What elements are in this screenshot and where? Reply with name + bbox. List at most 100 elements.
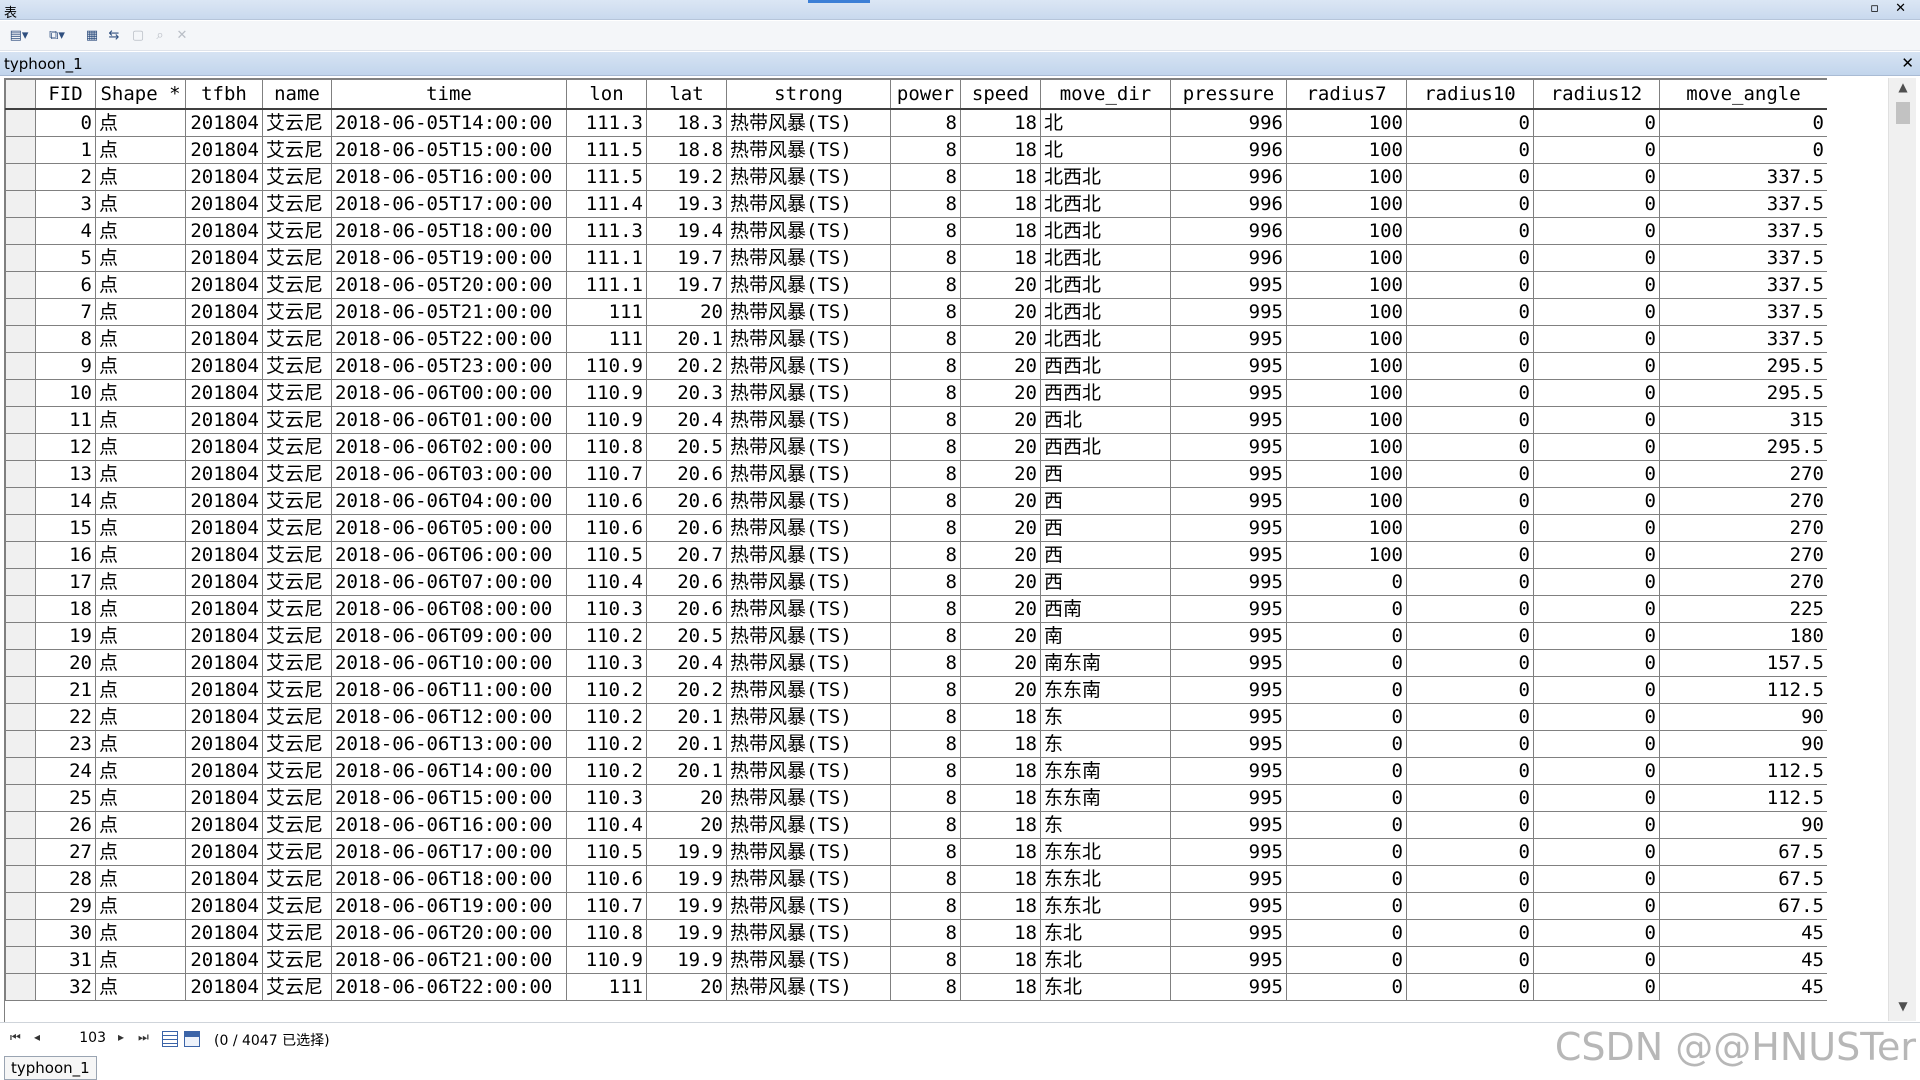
table-cell[interactable]: 20 [960,406,1041,434]
table-cell[interactable]: 337.5 [1659,271,1827,299]
table-cell[interactable]: 艾云尼 [262,406,332,434]
table-cell[interactable]: 热带风暴(TS) [726,325,891,353]
table-cell[interactable]: 21 [35,676,96,704]
table-cell[interactable]: 110.2 [566,730,647,758]
table-cell[interactable]: 东东南 [1040,676,1171,704]
table-row[interactable]: 23 点 201804 艾云尼 2018-06-06T13:00:00 110.2 20.1… [5,730,1827,758]
table-cell[interactable]: 45 [1659,946,1827,974]
table-cell[interactable]: 0 [1406,892,1534,920]
table-cell[interactable]: 0 [1533,514,1660,542]
table-cell[interactable]: 0 [1406,676,1534,704]
table-cell[interactable]: 0 [1533,919,1660,947]
table-cell[interactable]: 18 [960,136,1041,164]
table-cell[interactable]: 110.5 [566,838,647,866]
table-cell[interactable]: 8 [890,460,961,488]
table-cell[interactable]: 艾云尼 [262,217,332,245]
table-cell[interactable]: 南 [1040,622,1171,650]
table-row[interactable]: 13 点 201804 艾云尼 2018-06-06T03:00:00 110.7 20.6… [5,460,1827,488]
table-cell[interactable]: 艾云尼 [262,676,332,704]
table-cell[interactable]: 4 [35,217,96,245]
table-row[interactable]: 31 点 201804 艾云尼 2018-06-06T21:00:00 110.9 19.9… [5,946,1827,974]
zoom-to-selected-icon[interactable]: ⌕ [150,27,170,45]
table-cell[interactable]: 热带风暴(TS) [726,136,891,164]
table-cell[interactable]: 100 [1286,271,1407,299]
table-cell[interactable]: 100 [1286,163,1407,191]
table-cell[interactable]: 0 [1406,784,1534,812]
table-cell[interactable]: 100 [1286,460,1407,488]
table-cell[interactable]: 20.6 [646,487,727,515]
table-cell[interactable]: 0 [1406,352,1534,380]
table-cell[interactable]: 点 [95,919,186,947]
table-cell[interactable]: 225 [1659,595,1827,623]
table-cell[interactable]: 24 [35,757,96,785]
table-cell[interactable]: 100 [1286,487,1407,515]
table-cell[interactable]: 18 [960,784,1041,812]
table-cell[interactable]: 201804 [185,325,263,353]
table-cell[interactable]: 艾云尼 [262,973,332,1001]
column-header[interactable]: time [331,79,567,110]
table-cell[interactable]: 0 [1533,676,1660,704]
table-cell[interactable]: 艾云尼 [262,460,332,488]
table-cell[interactable]: 艾云尼 [262,568,332,596]
table-cell[interactable]: 北西北 [1040,298,1171,326]
table-cell[interactable]: 19.9 [646,865,727,893]
table-cell[interactable]: 201804 [185,541,263,569]
table-cell[interactable]: 2018-06-06T05:00:00 [331,514,567,542]
table-cell[interactable]: 0 [1406,108,1534,137]
table-cell[interactable]: 100 [1286,406,1407,434]
table-cell[interactable]: 67.5 [1659,865,1827,893]
table-cell[interactable]: 0 [1406,811,1534,839]
table-cell[interactable]: 8 [890,676,961,704]
table-cell[interactable]: 337.5 [1659,163,1827,191]
table-cell[interactable]: 995 [1170,379,1287,407]
table-row[interactable]: 26 点 201804 艾云尼 2018-06-06T16:00:00 110.4 20 热带… [5,811,1827,839]
table-cell[interactable]: 0 [1659,108,1827,137]
table-cell[interactable]: 2018-06-05T23:00:00 [331,352,567,380]
table-cell[interactable]: 201804 [185,892,263,920]
table-cell[interactable]: 0 [1286,568,1407,596]
table-cell[interactable]: 0 [1533,298,1660,326]
row-selector[interactable] [5,108,36,137]
table-cell[interactable]: 111.3 [566,217,647,245]
table-cell[interactable]: 0 [1286,919,1407,947]
table-cell[interactable]: 2018-06-06T00:00:00 [331,379,567,407]
table-cell[interactable]: 995 [1170,919,1287,947]
table-cell[interactable]: 20 [960,379,1041,407]
table-cell[interactable]: 点 [95,460,186,488]
table-cell[interactable]: 110.4 [566,568,647,596]
table-cell[interactable]: 995 [1170,676,1287,704]
table-cell[interactable]: 北西北 [1040,190,1171,218]
table-cell[interactable]: 67.5 [1659,892,1827,920]
table-cell[interactable]: 艾云尼 [262,433,332,461]
table-cell[interactable]: 110.6 [566,865,647,893]
table-cell[interactable]: 点 [95,244,186,272]
table-cell[interactable]: 337.5 [1659,298,1827,326]
table-cell[interactable]: 点 [95,163,186,191]
table-cell[interactable]: 201804 [185,784,263,812]
table-cell[interactable]: 0 [1659,136,1827,164]
row-selector[interactable] [5,892,36,920]
table-cell[interactable]: 8 [35,325,96,353]
table-cell[interactable]: 10 [35,379,96,407]
table-cell[interactable]: 艾云尼 [262,595,332,623]
row-selector[interactable] [5,217,36,245]
table-cell[interactable]: 0 [1406,163,1534,191]
table-cell[interactable]: 201804 [185,190,263,218]
table-cell[interactable]: 201804 [185,946,263,974]
table-cell[interactable]: 996 [1170,163,1287,191]
table-cell[interactable]: 艾云尼 [262,487,332,515]
clear-selection-icon[interactable]: ▢ [128,27,148,45]
table-cell[interactable]: 270 [1659,568,1827,596]
table-cell[interactable]: 100 [1286,217,1407,245]
table-cell[interactable]: 点 [95,108,186,137]
table-cell[interactable]: 18 [960,190,1041,218]
table-cell[interactable]: 热带风暴(TS) [726,865,891,893]
table-cell[interactable]: 热带风暴(TS) [726,784,891,812]
table-cell[interactable]: 110.9 [566,352,647,380]
table-cell[interactable]: 996 [1170,190,1287,218]
table-row[interactable]: 5 点 201804 艾云尼 2018-06-05T19:00:00 111.1 19.7 热… [5,244,1827,272]
table-cell[interactable]: 7 [35,298,96,326]
table-cell[interactable]: 8 [890,757,961,785]
table-row[interactable]: 9 点 201804 艾云尼 2018-06-05T23:00:00 110.9 20.2 热… [5,352,1827,380]
row-selector[interactable] [5,487,36,515]
